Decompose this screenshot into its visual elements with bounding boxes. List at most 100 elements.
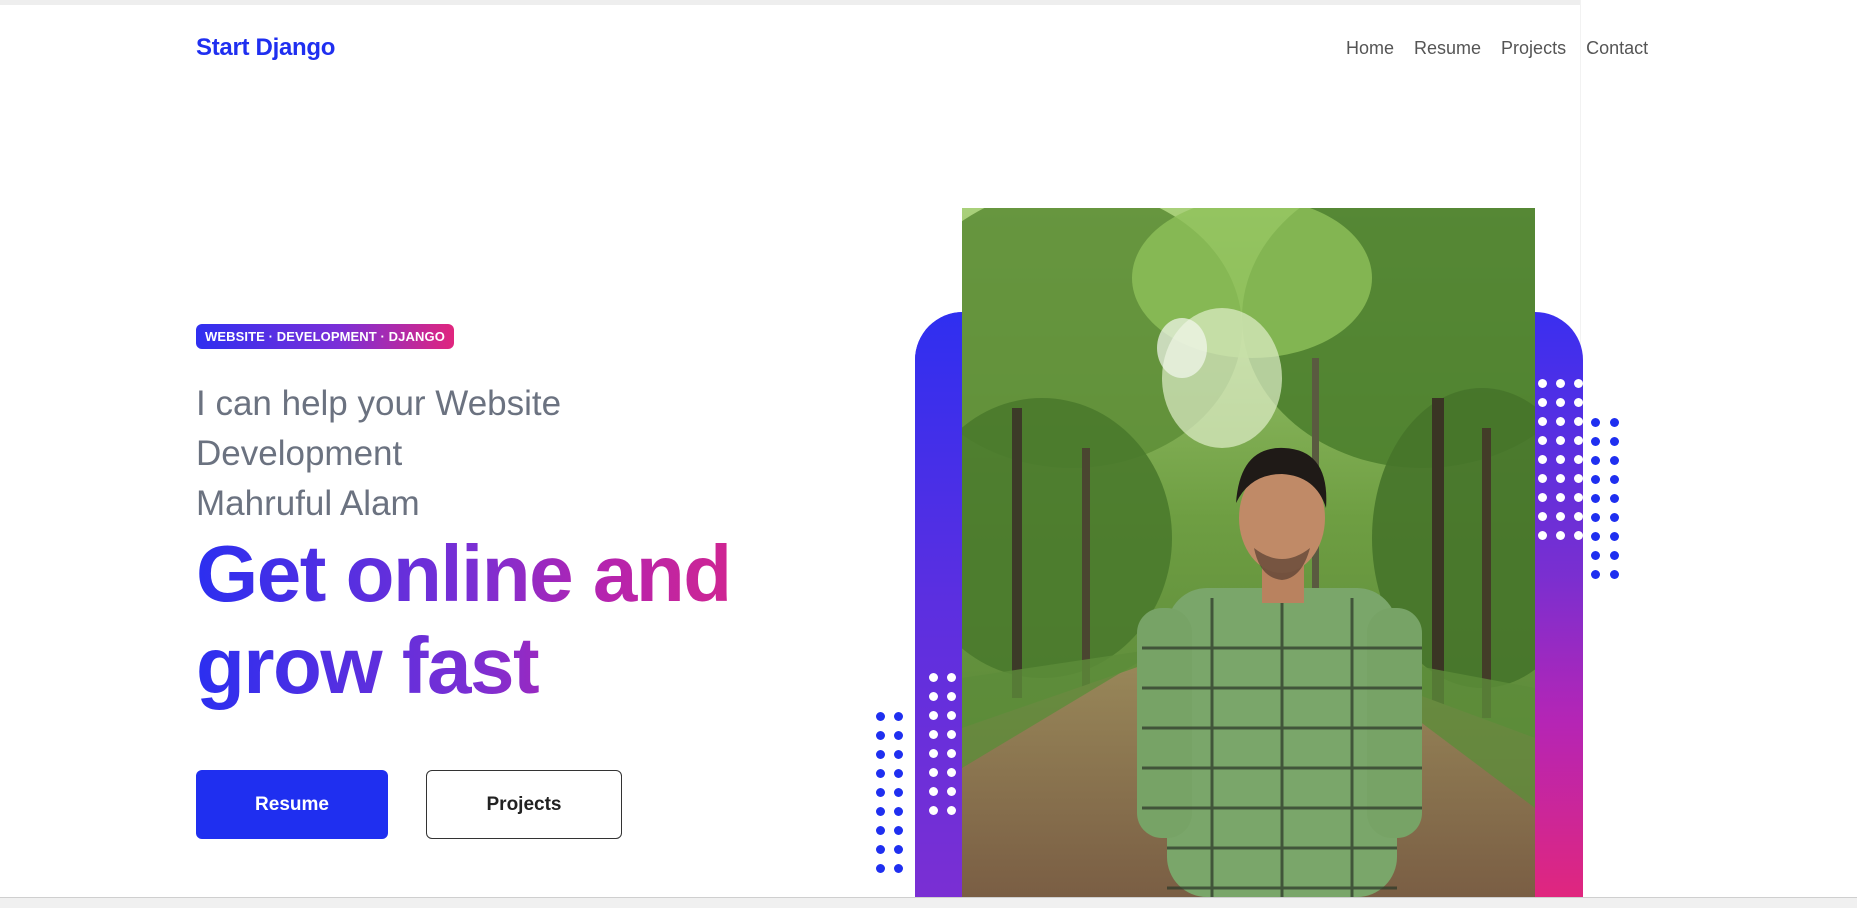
decor-dot	[876, 769, 885, 778]
decor-dot	[894, 769, 903, 778]
decor-dot	[929, 768, 938, 777]
decor-dot	[947, 787, 956, 796]
decor-dot	[1556, 436, 1565, 445]
decor-dot	[929, 673, 938, 682]
decor-dot	[894, 826, 903, 835]
decor-dot	[876, 712, 885, 721]
decor-dot	[1574, 474, 1583, 483]
decor-dot	[894, 788, 903, 797]
decor-dot	[876, 845, 885, 854]
decor-dot	[947, 749, 956, 758]
decor-dot	[1610, 418, 1619, 427]
decor-dot	[894, 807, 903, 816]
dots-white-right	[1538, 379, 1583, 540]
decor-dot	[1591, 513, 1600, 522]
decor-dot	[1574, 512, 1583, 521]
brand-logo[interactable]: Start Django	[196, 34, 335, 62]
decor-dot	[1556, 417, 1565, 426]
decor-dot	[1556, 493, 1565, 502]
decor-dot	[876, 731, 885, 740]
decor-dot	[1556, 398, 1565, 407]
decor-dot	[1610, 475, 1619, 484]
decor-dot	[1610, 437, 1619, 446]
decor-dot	[876, 826, 885, 835]
nav-contact[interactable]: Contact	[1586, 38, 1648, 59]
decor-dot	[929, 692, 938, 701]
decor-dot	[1591, 475, 1600, 484]
hero-headline: Get online and grow fast	[196, 528, 816, 712]
decor-dot	[929, 749, 938, 758]
decor-dot	[876, 864, 885, 873]
decor-dot	[876, 750, 885, 759]
decor-dot	[1610, 456, 1619, 465]
dots-white-left	[929, 673, 956, 815]
decor-dot	[876, 788, 885, 797]
decor-dot	[1574, 455, 1583, 464]
decor-dot	[1591, 437, 1600, 446]
decor-dot	[894, 864, 903, 873]
dots-blue-right	[1591, 418, 1619, 579]
intro-text: I can help your Website Development Mahr…	[196, 379, 716, 529]
decor-dot	[1591, 494, 1600, 503]
nav-projects[interactable]: Projects	[1501, 38, 1566, 59]
decor-dot	[1538, 474, 1547, 483]
decor-dot	[894, 712, 903, 721]
decor-dot	[1591, 532, 1600, 541]
decor-dot	[1610, 570, 1619, 579]
decor-dot	[947, 711, 956, 720]
projects-button[interactable]: Projects	[426, 770, 622, 839]
decor-dot	[1574, 379, 1583, 388]
intro-line-2: Development	[196, 434, 403, 473]
page-margin	[1580, 0, 1857, 907]
decor-dot	[1538, 398, 1547, 407]
decor-dot	[947, 692, 956, 701]
main-nav: Home Resume Projects Contact	[1346, 38, 1648, 59]
decor-dot	[1610, 513, 1619, 522]
portrait-photo	[962, 208, 1535, 897]
decor-dot	[929, 806, 938, 815]
decor-dot	[947, 673, 956, 682]
tag-badge: WEBSITE · DEVELOPMENT · DJANGO	[196, 324, 454, 349]
intro-line-1: I can help your Website	[196, 384, 562, 423]
decor-dot	[1610, 551, 1619, 560]
decor-dot	[929, 730, 938, 739]
headline-line-1: Get online and	[196, 529, 731, 618]
decor-dot	[1556, 474, 1565, 483]
decor-dot	[1574, 493, 1583, 502]
decor-dot	[894, 731, 903, 740]
decor-dot	[1610, 494, 1619, 503]
decor-dot	[1538, 436, 1547, 445]
nav-home[interactable]: Home	[1346, 38, 1394, 59]
decor-dot	[876, 807, 885, 816]
headline-line-2: grow fast	[196, 621, 539, 710]
decor-dot	[1538, 493, 1547, 502]
decor-dot	[947, 730, 956, 739]
decor-dot	[1556, 512, 1565, 521]
intro-line-name: Mahruful Alam	[196, 484, 420, 523]
decor-dot	[1538, 531, 1547, 540]
portrait-photo-icon	[962, 208, 1535, 897]
decor-dot	[1556, 455, 1565, 464]
decor-dot	[1538, 417, 1547, 426]
nav-resume[interactable]: Resume	[1414, 38, 1481, 59]
decor-dot	[1574, 417, 1583, 426]
decor-dot	[1538, 455, 1547, 464]
decor-dot	[1538, 379, 1547, 388]
window-bottom-bar	[0, 897, 1857, 908]
decor-dot	[1591, 456, 1600, 465]
decor-dot	[1591, 551, 1600, 560]
decor-dot	[1538, 512, 1547, 521]
decor-dot	[1556, 379, 1565, 388]
decor-dot	[894, 845, 903, 854]
decor-dot	[1574, 436, 1583, 445]
decor-dot	[1574, 398, 1583, 407]
dots-blue-left	[876, 712, 903, 873]
decor-dot	[1610, 532, 1619, 541]
decor-dot	[1591, 570, 1600, 579]
decor-dot	[894, 750, 903, 759]
decor-dot	[1556, 531, 1565, 540]
decor-dot	[947, 768, 956, 777]
decor-dot	[929, 711, 938, 720]
decor-dot	[1574, 531, 1583, 540]
resume-button[interactable]: Resume	[196, 770, 388, 839]
